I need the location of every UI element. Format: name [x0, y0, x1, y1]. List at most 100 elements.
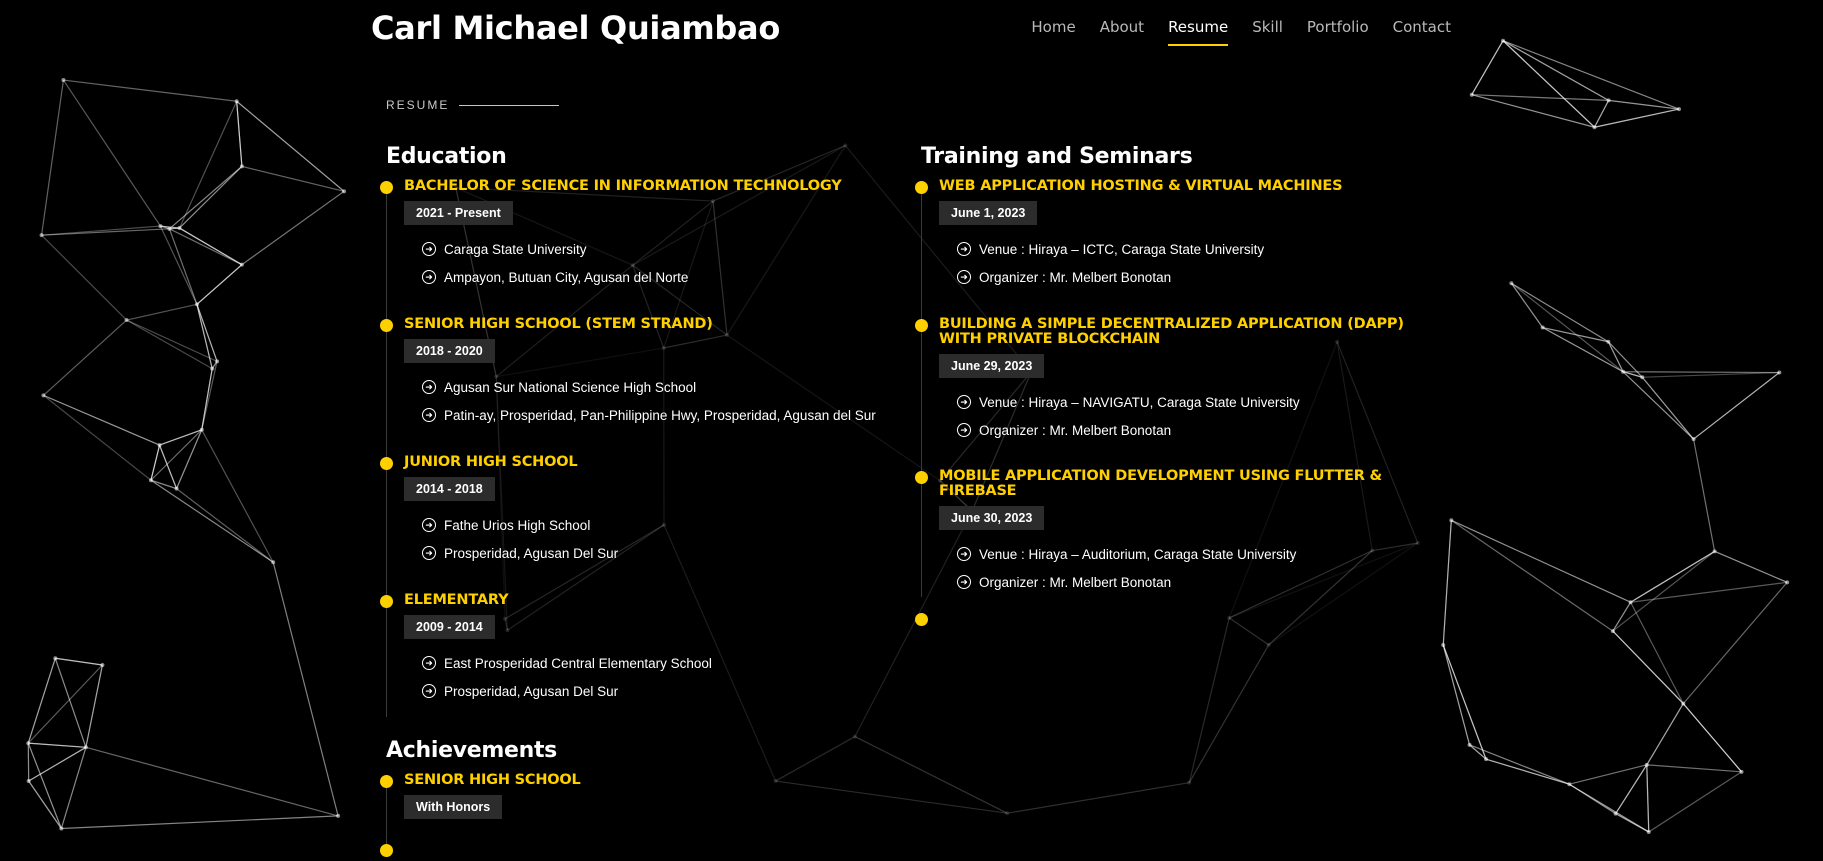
education-item: BACHELOR OF SCIENCE IN INFORMATION TECHN…: [380, 178, 906, 317]
nav-skill[interactable]: Skill: [1252, 18, 1283, 42]
achievements-column: Achievements SENIOR HIGH SCHOOL With Hon…: [380, 738, 906, 847]
education-item: JUNIOR HIGH SCHOOL 2014 - 2018 ➜ Fathe Ur…: [380, 454, 906, 593]
training-item: MOBILE APPLICATION DEVELOPMENT USING FLU…: [915, 468, 1441, 597]
detail-text: Organizer : Mr. Melbert Bonotan: [979, 574, 1172, 590]
achievements-timeline: SENIOR HIGH SCHOOL With Honors: [380, 772, 906, 847]
detail-item: ➜ Organizer : Mr. Melbert Bonotan: [957, 416, 1441, 444]
nav-portfolio[interactable]: Portfolio: [1307, 18, 1369, 42]
timeline-dot: [380, 775, 393, 788]
item-details: ➜ Fathe Urios High School ➜ Prosperidad, A…: [422, 511, 906, 567]
arrow-circle-right-icon: ➜: [422, 684, 436, 698]
detail-item: ➜ Organizer : Mr. Melbert Bonotan: [957, 263, 1441, 291]
detail-text: East Prosperidad Central Elementary Scho…: [444, 655, 712, 671]
detail-item: ➜ Venue : Hiraya – ICTC, Caraga State Uni…: [957, 235, 1441, 263]
item-title: SENIOR HIGH SCHOOL (STEM STRAND): [404, 316, 713, 332]
detail-item: ➜ Prosperidad, Agusan Del Sur: [422, 539, 906, 567]
nav-home[interactable]: Home: [1031, 18, 1075, 42]
detail-item: ➜ Venue : Hiraya – NAVIGATU, Caraga State…: [957, 388, 1441, 416]
education-column: Education BACHELOR OF SCIENCE IN INFORMA…: [380, 144, 906, 717]
detail-text: Caraga State University: [444, 241, 587, 257]
date-badge: 2018 - 2020: [404, 339, 495, 363]
date-badge: June 1, 2023: [939, 201, 1038, 225]
arrow-circle-right-icon: ➜: [422, 242, 436, 256]
achievement-item: SENIOR HIGH SCHOOL With Honors: [380, 772, 906, 819]
education-timeline: BACHELOR OF SCIENCE IN INFORMATION TECHN…: [380, 178, 906, 717]
arrow-circle-right-icon: ➜: [422, 518, 436, 532]
detail-item: ➜ Patin-ay, Prosperidad, Pan-Philippine H…: [422, 401, 906, 429]
arrow-circle-right-icon: ➜: [957, 270, 971, 284]
detail-item: ➜ Ampayon, Butuan City, Agusan del Norte: [422, 263, 906, 291]
detail-text: Prosperidad, Agusan Del Sur: [444, 545, 619, 561]
item-details: ➜ East Prosperidad Central Elementary Sch…: [422, 649, 906, 705]
arrow-circle-right-icon: ➜: [422, 408, 436, 422]
detail-text: Ampayon, Butuan City, Agusan del Norte: [444, 269, 689, 285]
training-timeline: WEB APPLICATION HOSTING & VIRTUAL MACHIN…: [915, 178, 1441, 597]
achievements-title: Achievements: [386, 738, 557, 763]
item-details: ➜ Venue : Hiraya – ICTC, Caraga State Uni…: [957, 235, 1441, 291]
timeline-dot: [380, 595, 393, 608]
detail-text: Venue : Hiraya – NAVIGATU, Caraga State …: [979, 394, 1300, 410]
arrow-circle-right-icon: ➜: [957, 575, 971, 589]
section-label-line: [459, 104, 560, 106]
detail-text: Agusan Sur National Science High School: [444, 379, 697, 395]
timeline-dot: [915, 471, 928, 484]
detail-text: Patin-ay, Prosperidad, Pan-Philippine Hw…: [444, 407, 876, 423]
detail-item: ➜ Agusan Sur National Science High School: [422, 373, 906, 401]
arrow-circle-right-icon: ➜: [957, 395, 971, 409]
detail-item: ➜ Caraga State University: [422, 235, 906, 263]
nav-about[interactable]: About: [1100, 18, 1144, 42]
arrow-circle-right-icon: ➜: [957, 242, 971, 256]
education-title: Education: [386, 144, 507, 169]
detail-item: ➜ Prosperidad, Agusan Del Sur: [422, 677, 906, 705]
section-label-text: RESUME: [386, 98, 450, 112]
site-header: Carl Michael Quiambao Home About Resume …: [0, 0, 1823, 60]
timeline-dot: [915, 181, 928, 194]
timeline-dot: [380, 319, 393, 332]
training-title: Training and Seminars: [921, 144, 1193, 169]
item-details: ➜ Agusan Sur National Science High School…: [422, 373, 906, 429]
date-badge: 2009 - 2014: [404, 615, 495, 639]
detail-item: ➜ Organizer : Mr. Melbert Bonotan: [957, 568, 1441, 596]
arrow-circle-right-icon: ➜: [422, 380, 436, 394]
detail-text: Prosperidad, Agusan Del Sur: [444, 683, 619, 699]
timeline-end-dot: [915, 613, 928, 626]
section-label: RESUME: [386, 98, 560, 112]
timeline-dot: [380, 181, 393, 194]
detail-text: Venue : Hiraya – ICTC, Caraga State Univ…: [979, 241, 1265, 257]
item-details: ➜ Caraga State University ➜ Ampayon, Butua…: [422, 235, 906, 291]
item-title: SENIOR HIGH SCHOOL: [404, 772, 581, 788]
item-title: BUILDING A SIMPLE DECENTRALIZED APPLICAT…: [939, 316, 1404, 347]
training-item: WEB APPLICATION HOSTING & VIRTUAL MACHIN…: [915, 178, 1441, 317]
item-title: WEB APPLICATION HOSTING & VIRTUAL MACHIN…: [939, 178, 1343, 194]
arrow-circle-right-icon: ➜: [422, 656, 436, 670]
detail-text: Fathe Urios High School: [444, 517, 591, 533]
site-logo[interactable]: Carl Michael Quiambao: [371, 9, 780, 47]
timeline-dot: [915, 319, 928, 332]
item-title: MOBILE APPLICATION DEVELOPMENT USING FLU…: [939, 468, 1382, 499]
item-title: BACHELOR OF SCIENCE IN INFORMATION TECHN…: [404, 178, 842, 194]
detail-item: ➜ Fathe Urios High School: [422, 511, 906, 539]
arrow-circle-right-icon: ➜: [957, 423, 971, 437]
arrow-circle-right-icon: ➜: [422, 546, 436, 560]
network-background: [26, 38, 1790, 834]
detail-text: Organizer : Mr. Melbert Bonotan: [979, 269, 1172, 285]
arrow-circle-right-icon: ➜: [957, 547, 971, 561]
timeline-end-dot: [380, 844, 393, 857]
nav-contact[interactable]: Contact: [1393, 18, 1451, 42]
date-badge: June 30, 2023: [939, 506, 1045, 530]
detail-item: ➜ East Prosperidad Central Elementary Sch…: [422, 649, 906, 677]
detail-text: Venue : Hiraya – Auditorium, Caraga Stat…: [979, 546, 1297, 562]
arrow-circle-right-icon: ➜: [422, 270, 436, 284]
award-badge: With Honors: [404, 795, 503, 819]
training-column: Training and Seminars WEB APPLICATION HO…: [915, 144, 1441, 597]
date-badge: 2014 - 2018: [404, 477, 495, 501]
nav-resume[interactable]: Resume: [1168, 18, 1229, 46]
item-title: JUNIOR HIGH SCHOOL: [404, 454, 578, 470]
item-details: ➜ Venue : Hiraya – Auditorium, Caraga Sta…: [957, 540, 1441, 596]
date-badge: 2021 - Present: [404, 201, 513, 225]
education-item: SENIOR HIGH SCHOOL (STEM STRAND) 2018 - …: [380, 316, 906, 455]
item-details: ➜ Venue : Hiraya – NAVIGATU, Caraga State…: [957, 388, 1441, 444]
detail-text: Organizer : Mr. Melbert Bonotan: [979, 422, 1172, 438]
training-item: BUILDING A SIMPLE DECENTRALIZED APPLICAT…: [915, 316, 1441, 469]
education-item: ELEMENTARY 2009 - 2014 ➜ East Prosperidad…: [380, 593, 906, 717]
